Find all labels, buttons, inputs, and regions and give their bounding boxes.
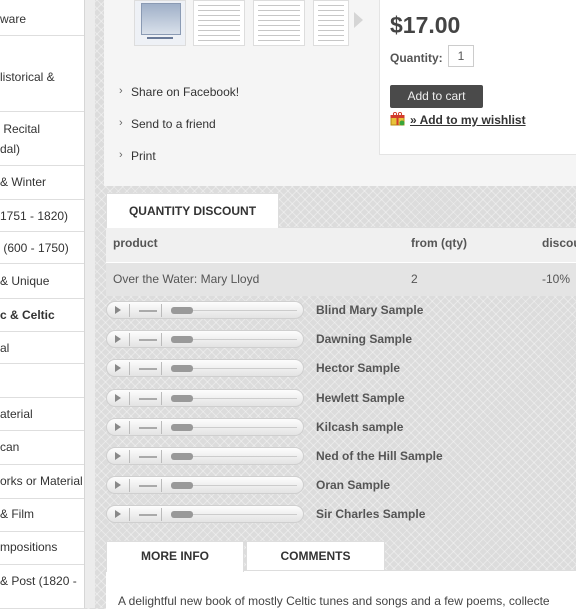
sample-label: Blind Mary Sample [316, 303, 424, 317]
send-to-friend-link[interactable]: Send to a friend [131, 117, 216, 131]
chevron-right-icon: › [119, 117, 123, 129]
play-icon[interactable] [115, 394, 121, 402]
player-divider [161, 450, 162, 463]
add-to-cart-button[interactable]: Add to cart [390, 85, 483, 108]
volume-icon[interactable] [139, 456, 157, 458]
chevron-right-icon: › [119, 85, 123, 97]
player-divider [161, 304, 162, 317]
cell-product: Over the Water: Mary Lloyd [113, 272, 260, 286]
audio-player[interactable] [106, 505, 304, 523]
tab-comments[interactable]: COMMENTS [246, 541, 385, 571]
play-icon[interactable] [115, 510, 121, 518]
volume-icon[interactable] [139, 514, 157, 516]
player-divider [161, 508, 162, 521]
player-divider [161, 479, 162, 492]
cell-from-qty: 2 [411, 272, 418, 286]
sample-label: Dawning Sample [316, 332, 413, 346]
seek-handle[interactable] [171, 307, 193, 314]
column-header-from-qty: from (qty) [411, 236, 467, 250]
product-price: $17.00 [390, 12, 461, 38]
audio-player[interactable] [106, 389, 304, 407]
thumbnail-score-3[interactable] [313, 0, 349, 46]
product-description: A delightful new book of mostly Celtic t… [118, 594, 550, 608]
gift-icon [390, 112, 405, 126]
player-divider [161, 421, 162, 434]
volume-icon[interactable] [139, 427, 157, 429]
seek-handle[interactable] [171, 336, 193, 343]
player-divider [129, 508, 130, 521]
audio-player[interactable] [106, 447, 304, 465]
sample-label: Ned of the Hill Sample [316, 449, 443, 463]
category-sidebar: ware listorical & Recital dal) & Winter 1751… [0, 0, 84, 609]
player-divider [129, 450, 130, 463]
thumbnail-cover[interactable] [134, 0, 186, 46]
seek-handle[interactable] [171, 482, 193, 489]
player-divider [129, 392, 130, 405]
tab-more-info[interactable]: MORE INFO [106, 541, 244, 572]
player-divider [129, 479, 130, 492]
audio-player[interactable] [106, 476, 304, 494]
play-icon[interactable] [115, 452, 121, 460]
play-icon[interactable] [115, 364, 121, 372]
volume-icon[interactable] [139, 339, 157, 341]
thumbnail-score-1[interactable] [193, 0, 245, 46]
player-divider [129, 304, 130, 317]
column-header-discount: discou [542, 236, 576, 250]
player-divider [129, 421, 130, 434]
share-facebook-link[interactable]: Share on Facebook! [131, 85, 239, 99]
sidebar-edge [84, 0, 95, 608]
column-header-product: product [113, 236, 158, 250]
chevron-right-icon: › [119, 149, 123, 161]
sample-label: Sir Charles Sample [316, 507, 426, 521]
player-divider [161, 333, 162, 346]
add-to-wishlist-link[interactable]: » Add to my wishlist [410, 113, 526, 127]
sample-label: Kilcash sample [316, 420, 404, 434]
volume-icon[interactable] [139, 485, 157, 487]
audio-player[interactable] [106, 418, 304, 436]
player-divider [129, 333, 130, 346]
quantity-input[interactable] [448, 45, 474, 67]
player-divider [161, 362, 162, 375]
volume-icon[interactable] [139, 310, 157, 312]
seek-handle[interactable] [171, 453, 193, 460]
volume-icon[interactable] [139, 368, 157, 370]
volume-icon[interactable] [139, 398, 157, 400]
seek-handle[interactable] [171, 511, 193, 518]
player-divider [161, 392, 162, 405]
play-icon[interactable] [115, 335, 121, 343]
sidebar-category-item[interactable]: & Post (1820 - [0, 0, 84, 609]
tab-quantity-discount[interactable]: QUANTITY DISCOUNT [106, 193, 279, 228]
sample-label: Hector Sample [316, 361, 401, 375]
quantity-label: Quantity: [390, 51, 443, 65]
seek-handle[interactable] [171, 365, 193, 372]
audio-player[interactable] [106, 330, 304, 348]
play-icon[interactable] [115, 423, 121, 431]
sidebar-category-label: & Post (1820 - [0, 574, 77, 588]
sample-label: Hewlett Sample [316, 391, 405, 405]
thumbnails-next-icon[interactable] [354, 12, 363, 28]
audio-player[interactable] [106, 359, 304, 377]
player-divider [129, 362, 130, 375]
audio-player[interactable] [106, 301, 304, 319]
sample-label: Oran Sample [316, 478, 391, 492]
play-icon[interactable] [115, 306, 121, 314]
seek-handle[interactable] [171, 424, 193, 431]
print-link[interactable]: Print [131, 149, 156, 163]
seek-handle[interactable] [171, 395, 193, 402]
thumbnail-score-2[interactable] [253, 0, 305, 46]
play-icon[interactable] [115, 481, 121, 489]
cell-discount: -10% [542, 272, 571, 286]
